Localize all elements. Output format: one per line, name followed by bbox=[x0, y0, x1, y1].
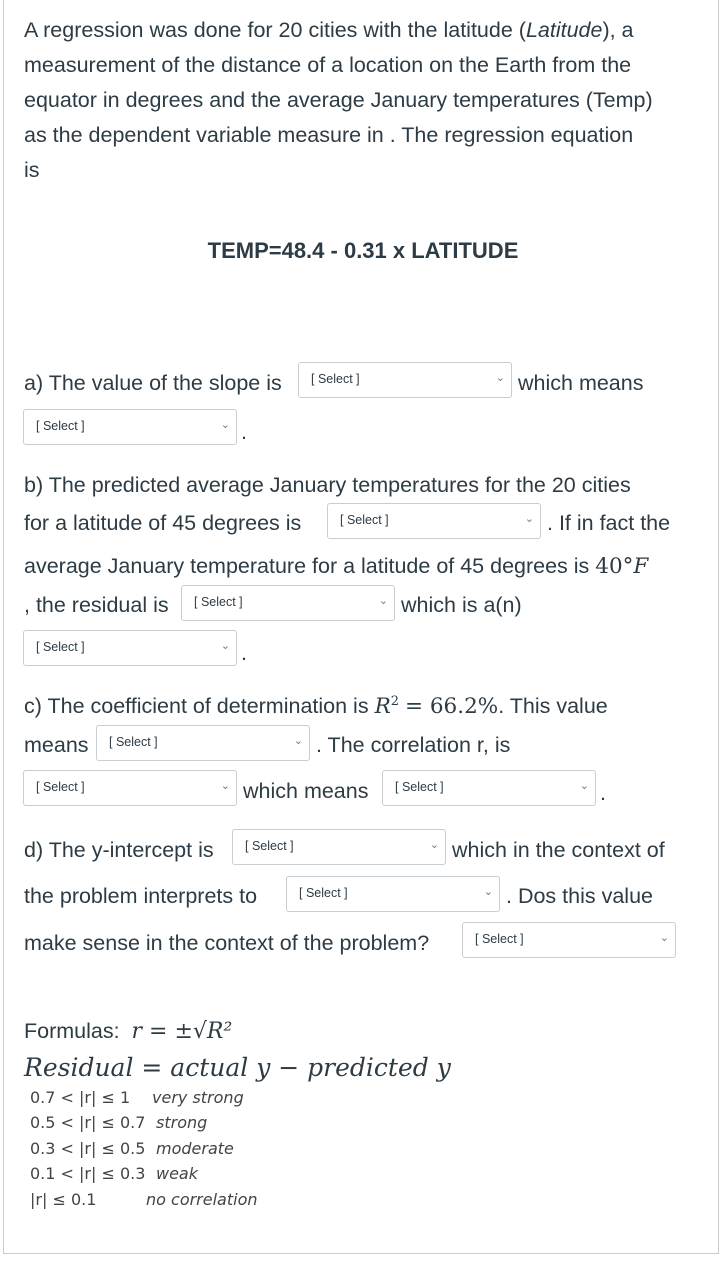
formulas-label: Formulas: bbox=[24, 1019, 120, 1043]
part-b-text-1: for a latitude of 45 degrees is bbox=[24, 511, 302, 535]
select-placeholder: [ Select ] bbox=[36, 640, 85, 654]
select-placeholder: [ Select ] bbox=[299, 886, 348, 900]
select-placeholder: [ Select ] bbox=[311, 372, 360, 386]
range-text: 0.3 < |r| ≤ 0.5 bbox=[30, 1139, 146, 1158]
chevron-down-icon: ⌄ bbox=[220, 640, 230, 652]
chevron-down-icon: ⌄ bbox=[495, 372, 505, 384]
desc-text: weak bbox=[156, 1164, 198, 1183]
intro-line-4: as the dependent variable measure in . T… bbox=[24, 123, 634, 147]
correlation-row: 0.3 < |r| ≤ 0.5 moderate bbox=[30, 1139, 234, 1158]
part-d-text-4: . Dos this value bbox=[506, 884, 653, 908]
part-b-line-3: average January temperature for a latitu… bbox=[24, 554, 648, 579]
desc-text: moderate bbox=[156, 1139, 234, 1158]
part-c-text-3: means bbox=[24, 733, 89, 757]
y-intercept-select[interactable]: [ Select ] ⌄ bbox=[232, 829, 446, 865]
part-b-text-5: which is a(n) bbox=[401, 593, 522, 617]
part-c-line-1: c) The coefficient of determination is R… bbox=[24, 694, 608, 719]
select-placeholder: [ Select ] bbox=[36, 419, 85, 433]
select-placeholder: [ Select ] bbox=[395, 780, 444, 794]
part-b-line-1: b) The predicted average January tempera… bbox=[24, 473, 631, 497]
part-c-period: . bbox=[600, 781, 606, 805]
part-c-text-4: . The correlation r, is bbox=[316, 733, 511, 757]
part-c-text-1: c) The coefficient of determination is bbox=[24, 694, 369, 719]
part-d-text-5: make sense in the context of the problem… bbox=[24, 931, 430, 955]
select-placeholder: [ Select ] bbox=[194, 595, 243, 609]
intercept-interpretation-select[interactable]: [ Select ] ⌄ bbox=[286, 876, 500, 912]
r2-symbol: R bbox=[374, 694, 391, 720]
residual-formula: Residual = actual y − predicted y bbox=[24, 1053, 451, 1082]
r-formula: r = ±√R² bbox=[131, 1019, 233, 1044]
desc-text: very strong bbox=[152, 1088, 244, 1107]
intro-line-1: A regression was done for 20 cities with… bbox=[24, 18, 634, 43]
formulas-line-1: Formulas: r = ±√R² bbox=[24, 1019, 232, 1044]
part-b-text-4: , the residual is bbox=[24, 593, 169, 617]
part-c-text-5: which means bbox=[243, 779, 369, 803]
desc-text: strong bbox=[156, 1113, 208, 1132]
residual-select[interactable]: [ Select ] ⌄ bbox=[181, 585, 395, 621]
select-placeholder: [ Select ] bbox=[245, 839, 294, 853]
part-b-period: . bbox=[241, 641, 247, 665]
intro-line-5: is bbox=[24, 158, 40, 182]
part-c-text-2: . This value bbox=[498, 694, 608, 719]
range-text: |r| ≤ 0.1 bbox=[30, 1190, 97, 1209]
select-placeholder: [ Select ] bbox=[475, 932, 524, 946]
correlation-row: 0.1 < |r| ≤ 0.3 weak bbox=[30, 1164, 198, 1183]
chevron-down-icon: ⌄ bbox=[220, 419, 230, 431]
latitude-italic: Latitude bbox=[525, 18, 603, 42]
temp-unit: F bbox=[633, 554, 649, 579]
regression-equation: TEMP=48.4 - 0.31 x LATITUDE bbox=[207, 238, 519, 263]
part-d-text-2: which in the context of bbox=[452, 838, 665, 862]
correlation-meaning-select[interactable]: [ Select ] ⌄ bbox=[382, 770, 596, 806]
r2-value: = 66.2% bbox=[405, 694, 499, 720]
correlation-select[interactable]: [ Select ] ⌄ bbox=[23, 770, 237, 806]
intro-line-2: measurement of the distance of a locatio… bbox=[24, 53, 632, 77]
correlation-row: |r| ≤ 0.1 no correlation bbox=[30, 1190, 258, 1209]
slope-meaning-select[interactable]: [ Select ] ⌄ bbox=[23, 409, 237, 445]
part-b-text-3: average January temperature for a latitu… bbox=[24, 554, 590, 578]
residual-type-select[interactable]: [ Select ] ⌄ bbox=[23, 630, 237, 666]
part-a-period: . bbox=[241, 420, 247, 444]
select-placeholder: [ Select ] bbox=[109, 735, 158, 749]
select-placeholder: [ Select ] bbox=[340, 513, 389, 527]
intro-text: ), a bbox=[602, 18, 634, 42]
range-text: 0.7 < |r| ≤ 1 bbox=[30, 1088, 131, 1107]
part-b-text-2: . If in fact the bbox=[547, 511, 671, 535]
correlation-row: 0.5 < |r| ≤ 0.7 strong bbox=[30, 1113, 207, 1132]
slope-value-select[interactable]: [ Select ] ⌄ bbox=[298, 362, 512, 398]
correlation-row: 0.7 < |r| ≤ 1 very strong bbox=[30, 1088, 244, 1107]
chevron-down-icon: ⌄ bbox=[220, 780, 230, 792]
temp-value: 40° bbox=[595, 554, 634, 579]
range-text: 0.5 < |r| ≤ 0.7 bbox=[30, 1113, 146, 1132]
chevron-down-icon: ⌄ bbox=[524, 513, 534, 525]
desc-text: no correlation bbox=[146, 1190, 258, 1209]
part-d-text-1: d) The y-intercept is bbox=[24, 838, 214, 862]
select-placeholder: [ Select ] bbox=[36, 780, 85, 794]
intro-text: A regression was done for 20 cities with… bbox=[24, 18, 526, 42]
chevron-down-icon: ⌄ bbox=[483, 886, 493, 898]
chevron-down-icon: ⌄ bbox=[293, 735, 303, 747]
predicted-temp-select[interactable]: [ Select ] ⌄ bbox=[327, 503, 541, 539]
part-d-text-3: the problem interprets to bbox=[24, 884, 258, 908]
intro-line-3: equator in degrees and the average Janua… bbox=[24, 88, 653, 112]
r2-exponent: 2 bbox=[390, 694, 400, 709]
range-text: 0.1 < |r| ≤ 0.3 bbox=[30, 1164, 146, 1183]
r2-meaning-select[interactable]: [ Select ] ⌄ bbox=[96, 725, 310, 761]
chevron-down-icon: ⌄ bbox=[378, 595, 388, 607]
chevron-down-icon: ⌄ bbox=[429, 839, 439, 851]
part-a-text-2: which means bbox=[518, 371, 644, 395]
makes-sense-select[interactable]: [ Select ] ⌄ bbox=[462, 922, 676, 958]
chevron-down-icon: ⌄ bbox=[659, 932, 669, 944]
chevron-down-icon: ⌄ bbox=[579, 780, 589, 792]
part-a-text-1: a) The value of the slope is bbox=[24, 371, 282, 395]
